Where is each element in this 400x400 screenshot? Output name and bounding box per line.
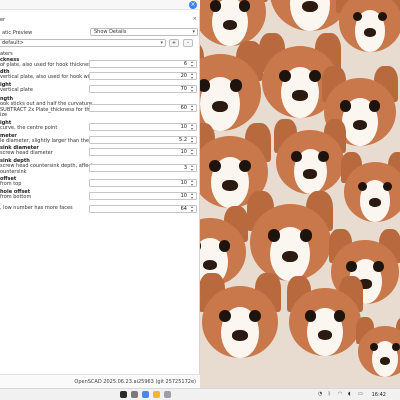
customizer-panel-title: er: [0, 17, 6, 23]
chevron-down-icon: ▾: [192, 29, 195, 35]
dog-face-image: [200, 40, 265, 135]
preview-mode-label: atic Preview: [2, 30, 33, 36]
dog-face-image: [340, 151, 400, 225]
clock[interactable]: 16:42: [372, 392, 386, 398]
dog-face-image: [335, 0, 400, 55]
details-dropdown-value: Show Details: [94, 29, 127, 35]
dog-face-image: [200, 273, 283, 363]
preview-row: atic Preview Show Details ▾: [0, 28, 200, 38]
param-value: 10: [180, 124, 187, 130]
spin-arrows-icon[interactable]: ▴ ▾: [189, 60, 195, 68]
param-value-spinbox[interactable]: 10 ▴ ▾: [89, 192, 197, 200]
param-value: 20: [180, 73, 187, 79]
bluetooth-icon[interactable]: ᛒ: [328, 391, 331, 397]
spin-arrows-icon[interactable]: ▴ ▾: [189, 123, 195, 131]
dog-face-image: [355, 317, 400, 380]
network-icon[interactable]: ◔: [318, 391, 322, 397]
spin-arrows-icon[interactable]: ▴ ▾: [189, 136, 195, 144]
dog-face-image: [245, 190, 335, 285]
wifi-icon[interactable]: ◠: [338, 391, 342, 397]
status-bar: OpenSCAD 2025.06.23.ai25963 (git 2572517…: [0, 374, 200, 388]
battery-icon[interactable]: ▭: [358, 391, 363, 397]
openscad-app-icon[interactable]: [153, 391, 160, 398]
window-titlebar: ×: [0, 0, 200, 10]
wallpaper-dog-collage: [200, 0, 400, 388]
param-value: 6: [183, 61, 187, 67]
param-curve-height: ight curve, the centre point 10 ▴ ▾: [0, 121, 200, 132]
param-bottom-hole-offset: hole offset from bottom 10 ▴ ▾: [0, 190, 200, 201]
spin-arrows-icon[interactable]: ▴ ▾: [189, 104, 195, 112]
files-app-icon[interactable]: [131, 391, 138, 398]
param-value-spinbox[interactable]: 10 ▴ ▾: [89, 123, 197, 131]
param-plate-height: ight vertical plate 70 ▴ ▾: [0, 83, 200, 94]
taskbar: ◔ ᛒ ◠ ◖ ▭ 16:42: [0, 388, 400, 400]
volume-icon[interactable]: ◖: [348, 391, 351, 397]
preset-dropdown-value: default>: [2, 40, 24, 46]
preset-dropdown[interactable]: default> ▾: [0, 39, 166, 47]
param-plate-thickness: ckness of plate, also used for hook thic…: [0, 58, 200, 69]
add-preset-button[interactable]: +: [169, 39, 179, 47]
openscad-window: × er × atic Preview Show Details ▾ defau…: [0, 0, 200, 388]
version-label: OpenSCAD 2025.06.23.ai25963 (git 2572517…: [74, 379, 196, 385]
param-value-spinbox[interactable]: 60 ▴ ▾: [89, 104, 197, 112]
param-value: 3: [183, 165, 187, 171]
param-value: 70: [180, 86, 187, 92]
param-value-spinbox[interactable]: 10 ▴ ▾: [89, 148, 197, 156]
param-value-spinbox[interactable]: 5.2 ▴ ▾: [89, 136, 197, 144]
browser-app-icon[interactable]: [142, 391, 149, 398]
spin-arrows-icon[interactable]: ▴ ▾: [189, 85, 195, 93]
start-menu-icon[interactable]: [120, 391, 127, 398]
param-value: 60: [180, 105, 187, 111]
app-icon[interactable]: [164, 391, 171, 398]
preset-row: default> ▾ + -: [0, 39, 200, 49]
close-window-button[interactable]: ×: [189, 1, 197, 9]
spin-arrows-icon[interactable]: ▴ ▾: [189, 192, 195, 200]
param-value-spinbox[interactable]: 70 ▴ ▾: [89, 85, 197, 93]
param-hole-diameter: meter le diameter, slightly larger than …: [0, 134, 200, 145]
param-value-spinbox[interactable]: 64 ▴ ▾: [89, 205, 197, 213]
param-value-spinbox[interactable]: 20 ▴ ▾: [89, 72, 197, 80]
chevron-down-icon: ▾: [160, 40, 163, 46]
param-hook-length: ngth ook sticks out and half the curvatu…: [0, 97, 200, 119]
param-description: ize: [0, 112, 8, 118]
param-value-spinbox[interactable]: 6 ▴ ▾: [89, 60, 197, 68]
spin-arrows-icon[interactable]: ▴ ▾: [189, 164, 195, 172]
remove-preset-button[interactable]: -: [183, 39, 193, 47]
param-resolution: , low number has more faces 64 ▴ ▾: [0, 205, 200, 213]
panel-close-icon[interactable]: ×: [193, 16, 197, 22]
param-value-spinbox[interactable]: 3 ▴ ▾: [89, 164, 197, 172]
param-value: 10: [180, 149, 187, 155]
dog-face-image: [285, 276, 365, 360]
param-top-offset: offset from top 10 ▴ ▾: [0, 177, 200, 188]
dog-face-image: [273, 118, 348, 198]
spin-arrows-icon[interactable]: ▴ ▾: [189, 72, 195, 80]
spin-arrows-icon[interactable]: ▴ ▾: [189, 148, 195, 156]
param-value: 5.2: [179, 137, 187, 143]
param-value: 10: [180, 180, 187, 186]
param-plate-width: dth vertical plate, also used for hook w…: [0, 70, 200, 81]
spin-arrows-icon[interactable]: ▴ ▾: [189, 179, 195, 187]
param-countersink-diameter: sink diameter screw head diameter 10 ▴ ▾: [0, 146, 200, 157]
spin-arrows-icon[interactable]: ▴ ▾: [189, 205, 195, 213]
param-countersink-depth: sink depth screw head countersink depth,…: [0, 159, 200, 175]
param-value: 10: [180, 193, 187, 199]
param-value: 64: [180, 206, 187, 212]
param-value-spinbox[interactable]: 10 ▴ ▾: [89, 179, 197, 187]
details-dropdown[interactable]: Show Details ▾: [90, 28, 198, 36]
